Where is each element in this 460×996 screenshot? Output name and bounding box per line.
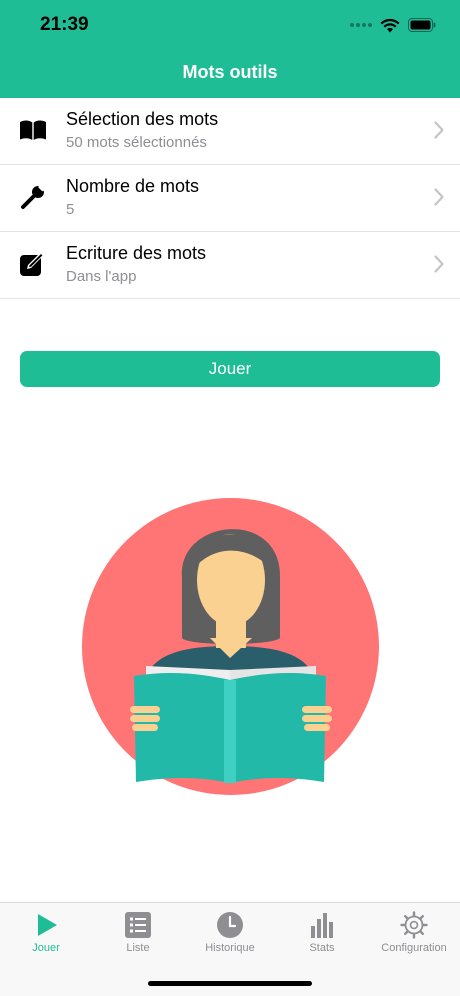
wifi-icon [380,18,400,32]
tab-play[interactable]: Jouer [0,903,92,963]
tab-label: Historique [205,942,255,954]
play-button[interactable]: Jouer [20,351,440,387]
tab-history[interactable]: Historique [184,903,276,963]
setting-title: Nombre de mots [66,176,200,196]
setting-row-word-writing[interactable]: Ecriture des mots Dans l'app [0,232,460,299]
tab-list[interactable]: Liste [92,903,184,963]
cellular-signal-icon [350,23,372,27]
bar-chart-icon [311,913,333,938]
setting-value: 50 mots sélectionnés [66,134,207,151]
chevron-right-icon [434,188,444,206]
battery-icon [408,18,436,32]
tab-label: Configuration [381,942,447,954]
clock-icon [217,912,243,938]
setting-title: Sélection des mots [66,109,219,129]
setting-value: 5 [66,201,75,218]
tab-stats[interactable]: Stats [276,903,368,963]
play-icon [38,914,57,936]
tab-label: Liste [126,942,150,954]
setting-value: Dans l'app [66,268,137,285]
tab-configuration[interactable]: Configuration [368,903,460,963]
chevron-right-icon [434,121,444,139]
reading-woman-illustration [82,498,379,795]
status-time: 21:39 [40,14,89,35]
setting-row-word-count[interactable]: Nombre de mots 5 [0,165,460,232]
status-icons [350,14,436,36]
app-screen: 21:39 Mots outils Sélection des mots 50 … [0,0,460,996]
chevron-right-icon [434,255,444,273]
list-icon [125,912,151,938]
book-icon [20,120,46,140]
wrench-icon [21,183,46,209]
edit-icon [20,252,44,276]
page-title: Mots outils [182,62,278,82]
gear-icon [400,911,428,939]
navigation-header: 21:39 Mots outils [0,0,460,98]
home-indicator [148,981,312,986]
setting-title: Ecriture des mots [66,243,207,263]
settings-list: Sélection des mots 50 mots sélectionnés … [0,98,460,299]
tab-label: Stats [309,942,335,954]
tab-label: Jouer [32,942,60,954]
setting-row-word-selection[interactable]: Sélection des mots 50 mots sélectionnés [0,98,460,165]
